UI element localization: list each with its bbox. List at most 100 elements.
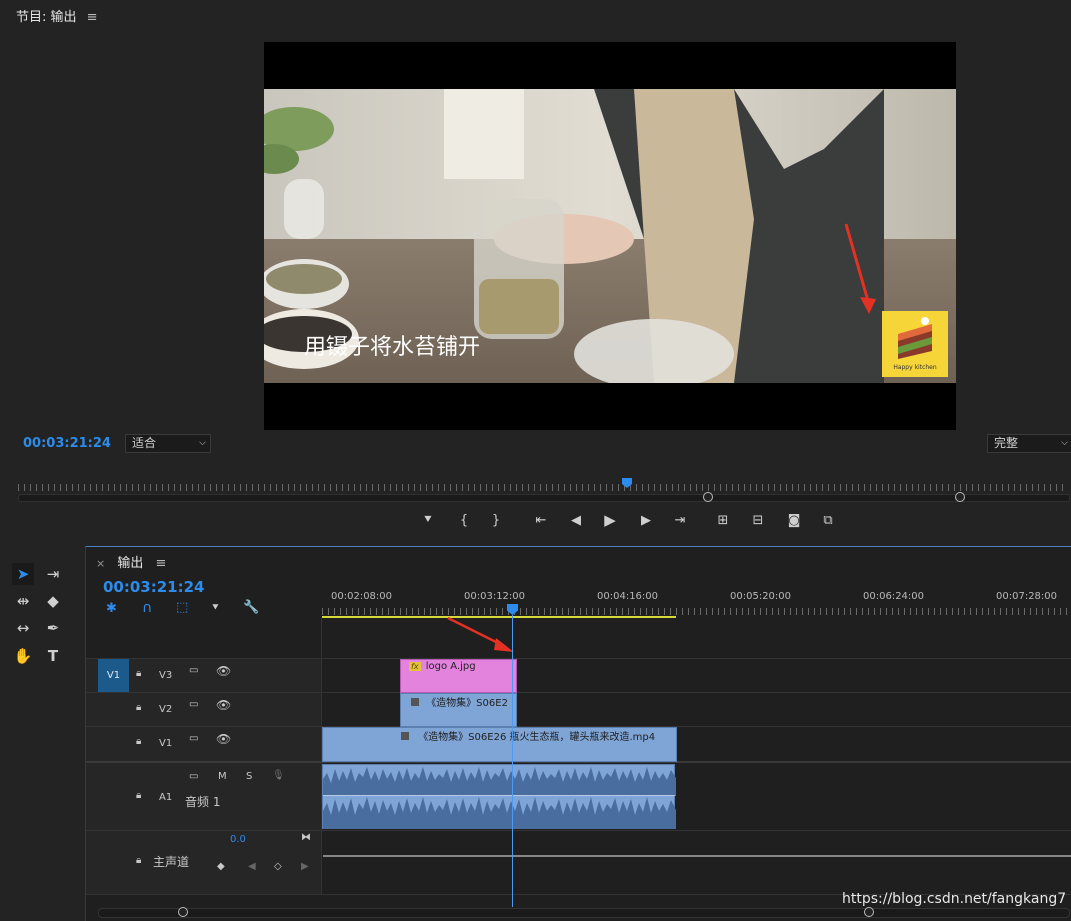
- source-patch-v1[interactable]: V1: [98, 659, 129, 692]
- step-back-icon[interactable]: ◀: [567, 513, 585, 528]
- ruler-label: 00:03:12:00: [464, 591, 526, 602]
- clip-label: 《造物集》S06E26 瓶火生态瓶，罐头瓶来改造.mp4: [418, 732, 656, 743]
- playhead-line: [512, 615, 513, 907]
- lock-icon[interactable]: 🔒︎: [136, 702, 141, 713]
- annotation-arrow: [447, 616, 514, 652]
- solo-button[interactable]: S: [246, 771, 252, 782]
- program-timecode[interactable]: 00:03:21:24: [23, 436, 111, 451]
- track-headers: [86, 658, 321, 894]
- lock-icon[interactable]: 🔒︎: [136, 855, 141, 866]
- ruler-label: 00:05:20:00: [730, 591, 792, 602]
- play-icon[interactable]: ▶: [601, 511, 619, 529]
- extract-icon[interactable]: ⊟: [749, 513, 767, 528]
- track-label-v2: V2: [159, 704, 173, 715]
- audio-waveform: [323, 767, 676, 829]
- go-to-end-icon[interactable]: ⧓: [301, 832, 311, 843]
- timeline-ruler[interactable]: 00:02:08:00 00:03:12:00 00:04:16:00 00:0…: [322, 589, 1071, 619]
- eye-icon[interactable]: 👁︎: [216, 732, 231, 746]
- keyframe-dot-icon[interactable]: ◇: [274, 861, 282, 872]
- master-volume-value[interactable]: 0.0: [230, 834, 246, 845]
- eye-icon[interactable]: 👁︎: [216, 664, 231, 678]
- mark-in-icon[interactable]: {: [455, 513, 473, 528]
- export-frame-icon[interactable]: ◙: [785, 513, 803, 528]
- master-volume-line[interactable]: [323, 855, 1071, 857]
- track-select-icon[interactable]: ⇥: [42, 563, 64, 585]
- timeline-timecode[interactable]: 00:03:21:24: [103, 578, 205, 596]
- quality-select-value: 完整: [994, 436, 1019, 450]
- timeline-tab[interactable]: × 输出 ≡: [96, 552, 166, 571]
- close-icon[interactable]: ×: [96, 557, 105, 570]
- ruler-ticks: [322, 608, 1071, 615]
- video-frame-image: 用镊子将水苔铺开 Happy kitchen: [264, 89, 956, 383]
- quality-select[interactable]: 完整 ⌵: [987, 434, 1071, 453]
- go-to-in-icon[interactable]: ⇤: [532, 513, 550, 528]
- clip-v1[interactable]: 《造物集》S06E26 瓶火生态瓶，罐头瓶来改造.mp4: [322, 727, 677, 762]
- sync-lock-icon[interactable]: ▭: [189, 771, 198, 782]
- track-label-v1: V1: [159, 738, 173, 749]
- next-keyframe-icon[interactable]: ▶: [301, 861, 309, 872]
- go-to-out-icon[interactable]: ⇥: [671, 513, 689, 528]
- track-label-a1: A1: [159, 792, 173, 803]
- fx-badge-icon: [401, 732, 409, 740]
- magnet-icon[interactable]: ∩: [142, 600, 152, 616]
- sync-lock-icon[interactable]: ▭: [189, 665, 198, 676]
- subtitle-text: 用镊子将水苔铺开: [304, 335, 480, 360]
- program-zoom-bar[interactable]: [18, 494, 1070, 502]
- lock-icon[interactable]: 🔒︎: [136, 790, 141, 801]
- mute-button[interactable]: M: [218, 771, 227, 782]
- comparison-view-icon[interactable]: ⧉: [819, 513, 837, 528]
- timeline-title: 输出: [117, 556, 144, 571]
- fx-badge: fx: [409, 662, 421, 671]
- eye-icon[interactable]: 👁︎: [216, 698, 231, 712]
- video-preview: 用镊子将水苔铺开 Happy kitchen: [264, 89, 956, 383]
- program-monitor-title-label: 节目: 输出: [16, 10, 77, 25]
- zoom-handle-left[interactable]: [703, 492, 713, 502]
- ruler-label: 00:06:24:00: [863, 591, 925, 602]
- prev-keyframe-icon[interactable]: ◀: [248, 861, 256, 872]
- scroll-handle-right[interactable]: [864, 907, 874, 917]
- wrench-icon[interactable]: 🔧: [243, 600, 259, 615]
- lift-icon[interactable]: ⊞: [714, 513, 732, 528]
- lock-icon[interactable]: 🔒︎: [136, 668, 141, 679]
- zoom-handle-right[interactable]: [955, 492, 965, 502]
- scroll-handle-left[interactable]: [178, 907, 188, 917]
- razor-icon[interactable]: ◆: [42, 590, 64, 612]
- program-ruler[interactable]: [18, 484, 1068, 491]
- chevron-down-icon: ⌵: [199, 438, 206, 448]
- row-separator: [86, 692, 1071, 693]
- add-marker-icon[interactable]: ⯆: [211, 601, 220, 615]
- master-track-name: 主声道: [153, 855, 190, 869]
- mark-out-icon[interactable]: }: [487, 513, 505, 528]
- ruler-label: 00:04:16:00: [597, 591, 659, 602]
- sync-lock-icon[interactable]: ▭: [189, 733, 198, 744]
- panel-menu-icon[interactable]: ≡: [87, 10, 98, 25]
- marker-icon[interactable]: ⯆: [419, 513, 437, 528]
- type-icon[interactable]: T: [42, 645, 64, 667]
- row-separator: [86, 658, 1071, 659]
- program-monitor-title[interactable]: 节目: 输出 ≡: [16, 6, 98, 25]
- linked-selection-icon[interactable]: ⬚: [176, 600, 188, 615]
- clip-label: 《造物集》S06E2: [426, 698, 508, 709]
- clip-logo[interactable]: fx logo A.jpg: [400, 659, 517, 693]
- microphone-icon[interactable]: 🎙︎: [272, 770, 285, 781]
- snap-icon[interactable]: ✱: [106, 601, 117, 616]
- zoom-select[interactable]: 适合 ⌵: [125, 434, 211, 453]
- step-forward-icon[interactable]: ▶: [637, 513, 655, 528]
- slip-icon[interactable]: ↔: [12, 617, 34, 639]
- logo-text: Happy kitchen: [893, 364, 937, 371]
- ripple-edit-icon[interactable]: ⇹: [12, 590, 34, 612]
- timeline-scrollbar[interactable]: [98, 908, 1070, 918]
- clip-v2[interactable]: 《造物集》S06E2: [400, 693, 517, 727]
- audio-track-name: 音频 1: [185, 795, 221, 809]
- hand-icon[interactable]: ✋: [12, 645, 34, 667]
- add-keyframe-icon[interactable]: ◆: [217, 861, 225, 872]
- track-label-v3: V3: [159, 670, 173, 681]
- ruler-label: 00:07:28:00: [996, 591, 1058, 602]
- sync-lock-icon[interactable]: ▭: [189, 699, 198, 710]
- selection-tool-icon[interactable]: ➤: [12, 563, 34, 585]
- panel-menu-icon[interactable]: ≡: [156, 556, 167, 571]
- ruler-label: 00:02:08:00: [331, 591, 393, 602]
- pen-icon[interactable]: ✒: [42, 617, 64, 639]
- lock-icon[interactable]: 🔒︎: [136, 736, 141, 747]
- clip-audio[interactable]: [322, 764, 676, 829]
